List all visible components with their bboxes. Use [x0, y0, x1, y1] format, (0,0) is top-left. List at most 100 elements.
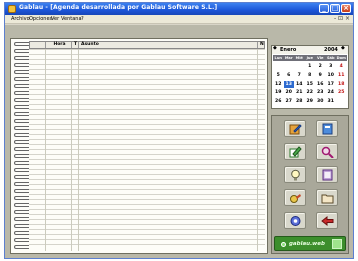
agenda-row-line [29, 234, 265, 235]
calendar-day[interactable]: 7 [294, 72, 305, 79]
exit-arrows-icon [321, 215, 334, 227]
spiral-ring [14, 245, 29, 249]
settings-button[interactable] [284, 212, 306, 229]
calendar-day[interactable]: 19 [273, 89, 284, 96]
calendar-day[interactable]: 12 [273, 81, 284, 88]
app-window: Gablau - [Agenda desarrollada por Gablau… [4, 2, 354, 259]
agenda-row-line [29, 139, 265, 140]
spiral-ring [14, 189, 29, 193]
folder-button[interactable] [316, 189, 338, 206]
calendar-day[interactable]: 26 [273, 98, 284, 105]
tools-icon [290, 194, 301, 203]
menu-opciones[interactable]: Opciones [29, 16, 52, 22]
agenda-row-line [29, 154, 265, 155]
calendar-day[interactable]: 15 [305, 81, 316, 88]
spiral-ring [14, 224, 29, 228]
agenda-row-line [29, 229, 265, 230]
agenda-row-line [29, 89, 265, 90]
calendar-day[interactable]: 20 [284, 89, 295, 96]
calendar-day[interactable]: 17 [326, 81, 337, 88]
book-button[interactable] [316, 120, 338, 137]
mdi-window-controls[interactable]: - ⊡ × [334, 15, 350, 22]
menu-ver[interactable]: Ver [51, 16, 59, 22]
agenda-row-line [29, 104, 265, 105]
calendar-grid-button[interactable] [316, 166, 338, 183]
calendar-day[interactable]: 16 [315, 81, 326, 88]
agenda-row-line [29, 79, 265, 80]
spiral-ring [14, 182, 29, 186]
folder-icon [321, 194, 334, 204]
calendar-day[interactable]: 30 [315, 98, 326, 105]
calendar-day[interactable]: 25 [336, 89, 347, 96]
agenda-row-line [29, 84, 265, 85]
year-spin-icon[interactable]: ◆ [341, 46, 345, 51]
magnifier-button[interactable] [316, 143, 338, 160]
calendar-day[interactable]: 4 [336, 63, 347, 70]
book-icon [322, 123, 333, 135]
calendar-day[interactable]: 6 [284, 72, 295, 79]
brand-circle-icon [281, 242, 286, 247]
calendar-day-names: Lun Mar Mié Jue Vie Sáb Dom [273, 55, 347, 61]
minimize-button[interactable]: _ [319, 4, 329, 13]
agenda-row-line [29, 174, 265, 175]
maximize-button[interactable]: □ [330, 4, 340, 13]
day-name: Mar [284, 56, 293, 60]
title-bar[interactable]: Gablau - [Agenda desarrollada por Gablau… [5, 3, 353, 15]
menu-ventana[interactable]: Ventana [61, 16, 82, 22]
calendar-day[interactable]: 9 [315, 72, 326, 79]
spiral-ring [14, 161, 29, 165]
spiral-ring [14, 63, 29, 67]
calendar-day[interactable]: 18 [336, 81, 347, 88]
brand-label: gablau.web [289, 241, 325, 247]
lightbulb-icon [291, 169, 300, 181]
calendar-day[interactable]: 24 [326, 89, 337, 96]
calendar-day[interactable]: 27 [284, 98, 295, 105]
calendar-day[interactable]: 23 [315, 89, 326, 96]
calendar-day[interactable]: 10 [326, 72, 337, 79]
client-area: Hora T Asunto N ◆ Enero 2004 ◆ Lun Mar Mié… [5, 25, 353, 258]
agenda-row-line [29, 109, 265, 110]
calendar-day[interactable]: 1 [305, 63, 316, 70]
agenda-row-line [29, 49, 265, 50]
calendar-day[interactable]: 2 [315, 63, 326, 70]
calendar-day[interactable]: 8 [305, 72, 316, 79]
agenda-row-line [29, 214, 265, 215]
agenda-row-line [29, 54, 265, 55]
pencil-note-button[interactable] [284, 143, 306, 160]
calendar-day[interactable]: 29 [305, 98, 316, 105]
agenda-rows[interactable] [29, 49, 265, 251]
agenda-row-line [29, 209, 265, 210]
calendar-day[interactable]: 14 [294, 81, 305, 88]
edit-note-button[interactable] [284, 120, 306, 137]
spiral-ring [14, 238, 29, 242]
settings-icon [290, 216, 301, 226]
calendar-day[interactable]: 3 [326, 63, 337, 70]
calendar-day[interactable]: 5 [273, 72, 284, 79]
exit-arrows-button[interactable] [316, 212, 338, 229]
agenda-column-line [257, 49, 258, 251]
calendar-day[interactable]: 11 [336, 72, 347, 79]
lightbulb-button[interactable] [284, 166, 306, 183]
menu-archivo[interactable]: Archivo [11, 16, 30, 22]
tools-button[interactable] [284, 189, 306, 206]
agenda-row-line [29, 124, 265, 125]
menu-help[interactable]: ? [81, 16, 84, 22]
calendar-day[interactable]: 28 [294, 98, 305, 105]
calendar-grid-icon [322, 169, 333, 181]
day-name: Vie [317, 56, 324, 60]
agenda-column-line [71, 49, 72, 251]
column-header-n[interactable]: N [258, 42, 265, 48]
spiral-ring [14, 133, 29, 137]
close-button[interactable]: × [341, 4, 351, 13]
calendar-day[interactable]: 22 [305, 89, 316, 96]
column-header-hora[interactable]: Hora [46, 42, 72, 48]
calendar-day[interactable]: 21 [294, 89, 305, 96]
select-column-header[interactable] [30, 42, 46, 48]
calendar-day[interactable]: 31 [326, 98, 337, 105]
month-spin-icon[interactable]: ◆ [273, 46, 277, 51]
gablau-web-button[interactable]: gablau.web [274, 236, 346, 251]
column-header-t[interactable]: T [72, 42, 79, 48]
window-title: Gablau - [Agenda desarrollada por Gablau… [19, 4, 218, 11]
calendar-day[interactable]: 13 [283, 80, 294, 88]
column-header-asunto[interactable]: Asunto [79, 42, 258, 48]
